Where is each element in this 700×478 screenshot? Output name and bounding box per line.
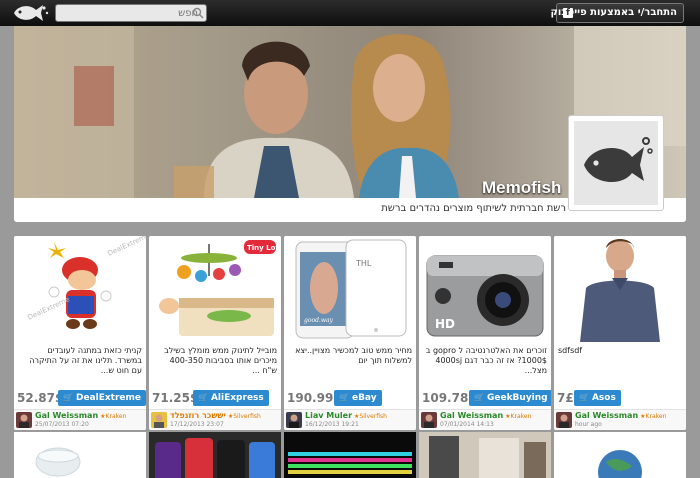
rank-label: Kraken [105,413,127,420]
product-card-image[interactable] [149,432,281,478]
product-card[interactable]: sdfsdf 7£ 🛒 Asos Gal Weissman ★Kraken hour… [554,236,686,430]
product-description: מחיר ממש טוב למכשיר מצויין..יצא למשלוח ת… [295,346,412,365]
user-rank: ★Silverfish [354,413,387,420]
shopping-cart-icon: 🛒 [339,393,349,402]
store-button[interactable]: 🛒 GeekBuying [469,390,551,406]
username-link[interactable]: Gal Weissman ★Kraken [35,411,126,420]
shopping-cart-icon: 🛒 [579,393,589,402]
brand-badge: Tiny Love [247,244,281,252]
product-image[interactable] [554,236,686,342]
username-link[interactable]: Gal Weissman ★Kraken [575,411,666,420]
top-bar: f התחבר/י באמצעות פייסבוק [0,0,700,26]
username-link[interactable]: יששכר רוזנפלד ★Silverfish [170,411,261,420]
rank-label: Kraken [645,413,667,420]
product-card[interactable]: THL good.way מחיר ממש טוב למכשיר מצויין.… [284,236,416,430]
product-price: 71.25$ [152,391,199,405]
username: Gal Weissman [440,411,504,420]
user-row: Liav Muler ★Silverfish 16/12/2013 19:21 [284,409,416,430]
product-card[interactable]: DealExtreme DealExtreme קניתי כזאת במתנה… [14,236,146,430]
post-date: 07/01/2014 14:13 [440,421,494,428]
shopping-cart-icon: 🛒 [198,393,208,402]
username-link[interactable]: Liav Muler ★Silverfish [305,411,387,420]
user-row: Gal Weissman ★Kraken 07/01/2014 14:13 [419,409,551,430]
store-label: Asos [591,393,616,403]
avatar[interactable] [16,412,32,428]
username: Gal Weissman [575,411,639,420]
product-price: 7£ [557,391,574,405]
store-button[interactable]: 🛒 DealExtreme [58,390,146,406]
memofish-logo-icon [574,121,658,205]
user-row: Gal Weissman ★Kraken 25/07/2013 07:20 [14,409,146,430]
product-image[interactable]: Tiny Love [149,236,281,342]
username: Gal Weissman [35,411,99,420]
rank-label: Kraken [510,413,532,420]
product-description: sdfsdf [558,346,583,355]
brand-avatar[interactable] [568,115,664,211]
product-price: 52.87$ [17,391,64,405]
post-date: 17/12/2013 23:07 [170,421,224,428]
shopping-cart-icon: 🛒 [63,393,73,402]
search-icon[interactable] [192,7,204,19]
facebook-icon: f [563,8,573,18]
user-rank: ★Kraken [640,413,666,420]
store-label: DealExtreme [75,393,141,403]
store-label: GeekBuying [486,393,548,403]
store-button[interactable]: 🛒 eBay [334,390,382,406]
rank-label: Silverfish [359,413,387,420]
post-date: hour ago [575,421,602,428]
product-description: מובייל לתינוק ממש מומלץ בשילב מיכרים אות… [164,346,277,375]
post-date: 25/07/2013 07:20 [35,421,89,428]
username: יששכר רוזנפלד [170,411,226,420]
product-description: קניתי כזאת במתנה לעובדים במשרד. תלינו את… [29,346,142,375]
avatar[interactable] [556,412,572,428]
username: Liav Muler [305,411,353,420]
memofish-logo-icon[interactable] [10,1,50,25]
username-link[interactable]: Gal Weissman ★Kraken [440,411,531,420]
avatar[interactable] [286,412,302,428]
product-card-image[interactable] [554,432,686,478]
product-card[interactable]: HD זוכרים את האלטרנטיבה ל gopro ב 1000$?… [419,236,551,430]
store-label: eBay [351,393,377,403]
user-rank: ★Silverfish [228,413,261,420]
product-card-image[interactable] [419,432,551,478]
product-card-image[interactable] [14,432,146,478]
product-description: זוכרים את האלטרנטיבה ל gopro ב 1000$? אז… [425,346,547,375]
product-card-image[interactable] [284,432,416,478]
user-rank: ★Kraken [100,413,126,420]
product-card[interactable]: Tiny Love מובייל לתינוק ממש מומלץ בשילב … [149,236,281,430]
product-image[interactable]: DealExtreme DealExtreme [14,236,146,342]
product-image[interactable]: HD [419,236,551,342]
brand-name[interactable]: Memofish [482,178,561,198]
facebook-login-button[interactable]: f התחבר/י באמצעות פייסבוק [551,3,684,23]
product-image[interactable]: THL good.way [284,236,416,342]
avatar[interactable] [421,412,437,428]
phone-brand: THL [355,259,372,268]
store-label: AliExpress [210,393,264,403]
rank-label: Silverfish [233,413,261,420]
post-date: 16/12/2013 19:21 [305,421,359,428]
user-row: יששכר רוזנפלד ★Silverfish 17/12/2013 23:0… [149,409,281,430]
avatar[interactable] [151,412,167,428]
search-input[interactable] [55,4,207,22]
user-rank: ★Kraken [505,413,531,420]
store-button[interactable]: 🛒 Asos [574,390,621,406]
phone-screen-text: good.way [304,317,334,324]
store-button[interactable]: 🛒 AliExpress [193,390,269,406]
shopping-cart-icon: 🛒 [474,393,484,402]
camera-label: HD [435,317,455,331]
user-row: Gal Weissman ★Kraken hour ago [554,409,686,430]
